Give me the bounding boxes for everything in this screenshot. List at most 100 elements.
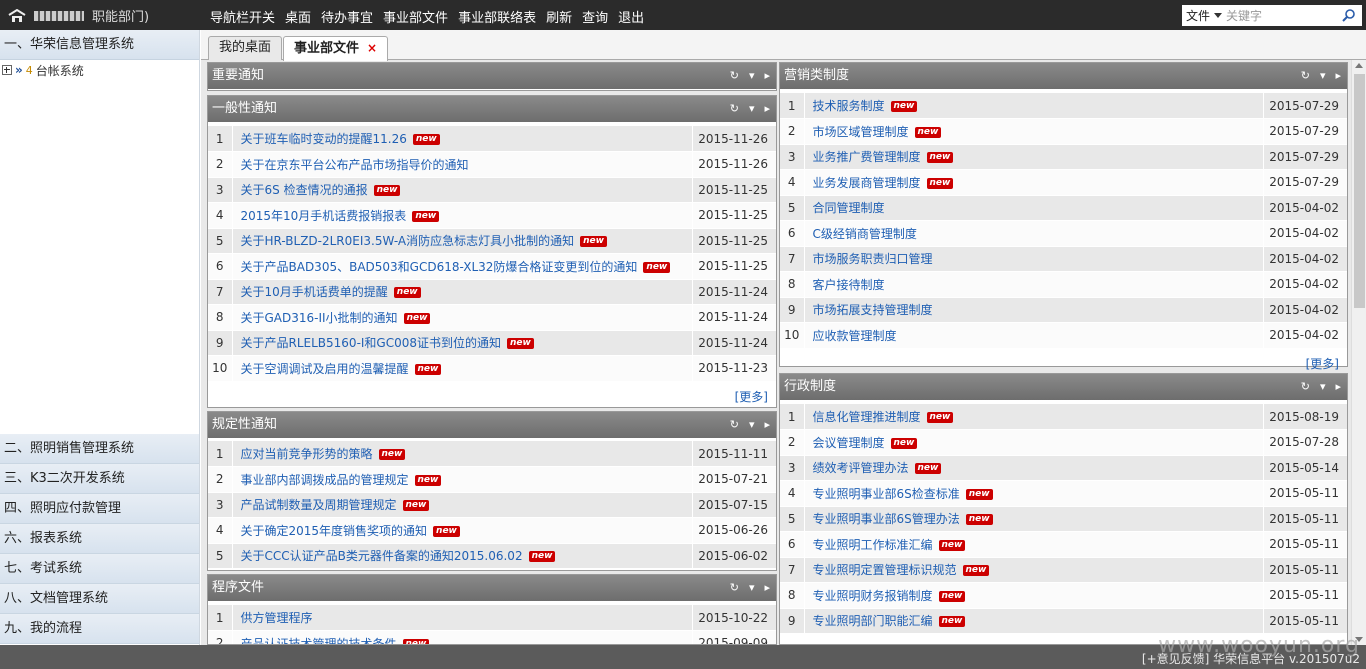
doc-link[interactable]: 产品认证技术管理的技术条件 bbox=[241, 637, 397, 644]
sidebar-item[interactable]: 九、我的流程 bbox=[0, 614, 199, 644]
doc-link[interactable]: 客户接待制度 bbox=[813, 278, 885, 292]
doc-link[interactable]: 合同管理制度 bbox=[813, 201, 885, 215]
search-type-select[interactable]: 文件 bbox=[1182, 7, 1226, 24]
table-row: 2 会议管理制度 new 2015-07-28 bbox=[780, 429, 1347, 456]
chevron-right-icon[interactable]: ▸ bbox=[1335, 63, 1341, 89]
chevron-right-icon[interactable]: ▸ bbox=[764, 63, 770, 89]
doc-link[interactable]: 关于6S 检查情况的通报 bbox=[241, 183, 368, 197]
new-badge-icon: new bbox=[393, 287, 421, 299]
doc-link[interactable]: 事业部内部调拨成品的管理规定 bbox=[241, 473, 409, 487]
nav-todo[interactable]: 待办事宜 bbox=[321, 7, 373, 26]
doc-link[interactable]: 关于CCC认证产品B类元器件备案的通知2015.06.02 bbox=[241, 549, 523, 563]
doc-link[interactable]: C级经销商管理制度 bbox=[813, 227, 917, 241]
doc-link[interactable]: 技术服务制度 bbox=[813, 99, 885, 113]
doc-link[interactable]: 专业照明财务报销制度 bbox=[813, 589, 933, 603]
new-badge-icon: new bbox=[914, 463, 942, 475]
more-link[interactable]: [更多] bbox=[735, 390, 768, 404]
doc-link[interactable]: 关于产品BAD305、BAD503和GCD618-XL32防爆合格证变更到位的通… bbox=[241, 260, 638, 274]
chevron-down-icon[interactable]: ▾ bbox=[749, 96, 755, 122]
doc-link[interactable]: 关于在京东平台公布产品市场指导价的通知 bbox=[241, 158, 469, 172]
nav-toggle[interactable]: 导航栏开关 bbox=[210, 7, 275, 26]
search-icon[interactable] bbox=[1342, 8, 1356, 22]
nav-desktop[interactable]: 桌面 bbox=[285, 7, 311, 26]
scroll-up-icon[interactable] bbox=[1355, 63, 1363, 68]
doc-link[interactable]: 市场服务职责归口管理 bbox=[813, 252, 933, 266]
doc-link[interactable]: 应对当前竞争形势的策略 bbox=[241, 447, 373, 461]
sidebar-item[interactable]: 二、照明销售管理系统 bbox=[0, 434, 199, 464]
new-badge-icon: new bbox=[373, 185, 401, 197]
row-title-cell: 关于班车临时变动的提醒11.26 new bbox=[232, 126, 692, 152]
doc-link[interactable]: 信息化管理推进制度 bbox=[813, 410, 921, 424]
chevron-down-icon[interactable]: ▾ bbox=[749, 575, 755, 601]
tab-desktop-label: 我的桌面 bbox=[219, 40, 272, 55]
close-icon[interactable]: × bbox=[367, 41, 377, 55]
doc-link[interactable]: 关于班车临时变动的提醒11.26 bbox=[241, 132, 407, 146]
doc-link[interactable]: 专业照明事业部6S管理办法 bbox=[813, 512, 960, 526]
doc-link[interactable]: 会议管理制度 bbox=[813, 436, 885, 450]
chevron-right-icon[interactable]: ▸ bbox=[764, 412, 770, 438]
doc-link[interactable]: 供方管理程序 bbox=[241, 611, 313, 625]
chevron-right-icon[interactable]: ▸ bbox=[764, 575, 770, 601]
doc-link[interactable]: 市场拓展支持管理制度 bbox=[813, 303, 933, 317]
row-index: 6 bbox=[208, 253, 233, 280]
chevron-right-icon[interactable]: ▸ bbox=[1335, 374, 1341, 400]
doc-link[interactable]: 专业照明工作标准汇编 bbox=[813, 538, 933, 552]
row-date: 2015-11-26 bbox=[691, 151, 776, 178]
row-index: 2 bbox=[208, 151, 233, 178]
chevron-down-icon[interactable]: ▾ bbox=[749, 63, 755, 89]
sidebar-item[interactable]: 六、报表系统 bbox=[0, 524, 199, 554]
doc-link[interactable]: 关于确定2015年度销售奖项的通知 bbox=[241, 524, 428, 538]
more-link[interactable]: [更多] bbox=[1306, 357, 1339, 371]
sidebar-item[interactable]: 七、考试系统 bbox=[0, 554, 199, 584]
doc-link[interactable]: 专业照明事业部6S检查标准 bbox=[813, 487, 960, 501]
nav-refresh[interactable]: 刷新 bbox=[546, 7, 572, 26]
doc-link[interactable]: 专业照明定置管理标识规范 bbox=[813, 563, 957, 577]
doc-link[interactable]: 产品试制数量及周期管理规定 bbox=[241, 498, 397, 512]
refresh-icon[interactable]: ↻ bbox=[730, 412, 739, 438]
doc-link[interactable]: 2015年10月手机话费报销报表 bbox=[241, 209, 407, 223]
doc-link[interactable]: 关于10月手机话费单的提醒 bbox=[241, 285, 388, 299]
scroll-thumb[interactable] bbox=[1354, 74, 1365, 308]
doc-link[interactable]: 关于HR-BLZD-2LR0EI3.5W-A消防应急标志灯具小批制的通知 bbox=[241, 234, 575, 248]
sidebar-item[interactable]: 三、K3二次开发系统 bbox=[0, 464, 199, 494]
expand-icon[interactable] bbox=[2, 65, 12, 75]
doc-link[interactable]: 业务推广费管理制度 bbox=[813, 150, 921, 164]
new-badge-icon: new bbox=[414, 363, 442, 375]
doc-link[interactable]: 关于空调调试及启用的温馨提醒 bbox=[241, 362, 409, 376]
nav-logout[interactable]: 退出 bbox=[618, 7, 644, 26]
doc-link[interactable]: 应收款管理制度 bbox=[813, 329, 897, 343]
chevron-right-icon[interactable]: ▸ bbox=[764, 96, 770, 122]
refresh-icon[interactable]: ↻ bbox=[730, 63, 739, 89]
refresh-icon[interactable]: ↻ bbox=[1301, 374, 1310, 400]
sidebar-section-active[interactable]: 一、华荣信息管理系统 bbox=[0, 30, 199, 60]
vertical-scrollbar[interactable] bbox=[1351, 60, 1366, 645]
row-index: 4 bbox=[208, 202, 233, 229]
chevron-down-icon[interactable]: ▾ bbox=[749, 412, 755, 438]
refresh-icon[interactable]: ↻ bbox=[1301, 63, 1310, 89]
feedback-link[interactable]: [+意见反馈] bbox=[1142, 652, 1209, 666]
refresh-icon[interactable]: ↻ bbox=[730, 575, 739, 601]
tree-node[interactable]: » 4 台帐系统 bbox=[0, 60, 199, 78]
doc-link[interactable]: 关于GAD316-II小批制的通知 bbox=[241, 311, 398, 325]
doc-link[interactable]: 专业照明部门职能汇编 bbox=[813, 614, 933, 628]
nav-contacts[interactable]: 事业部联络表 bbox=[458, 7, 536, 26]
row-title-cell: 市场服务职责归口管理 bbox=[804, 246, 1263, 272]
refresh-icon[interactable]: ↻ bbox=[730, 96, 739, 122]
doc-link[interactable]: 关于产品RLELB5160-I和GC008证书到位的通知 bbox=[241, 336, 502, 350]
search-input[interactable] bbox=[1226, 8, 1336, 23]
sidebar-item[interactable]: 八、文档管理系统 bbox=[0, 584, 199, 614]
row-index: 4 bbox=[780, 169, 805, 196]
tab-dept-files[interactable]: 事业部文件 × bbox=[283, 36, 389, 61]
chevron-down-icon[interactable]: ▾ bbox=[1320, 63, 1326, 89]
doc-link[interactable]: 绩效考评管理办法 bbox=[813, 461, 909, 475]
doc-link[interactable]: 业务发展商管理制度 bbox=[813, 176, 921, 190]
row-date: 2015-04-02 bbox=[1262, 246, 1347, 272]
nav-search[interactable]: 查询 bbox=[582, 7, 608, 26]
tab-desktop[interactable]: 我的桌面 bbox=[208, 36, 283, 60]
sidebar-item[interactable]: 四、照明应付款管理 bbox=[0, 494, 199, 524]
nav-dept-files[interactable]: 事业部文件 bbox=[383, 7, 448, 26]
new-badge-icon: new bbox=[965, 514, 993, 526]
doc-link[interactable]: 市场区域管理制度 bbox=[813, 125, 909, 139]
chevron-down-icon[interactable]: ▾ bbox=[1320, 374, 1326, 400]
double-chevron-icon: » bbox=[15, 63, 23, 77]
